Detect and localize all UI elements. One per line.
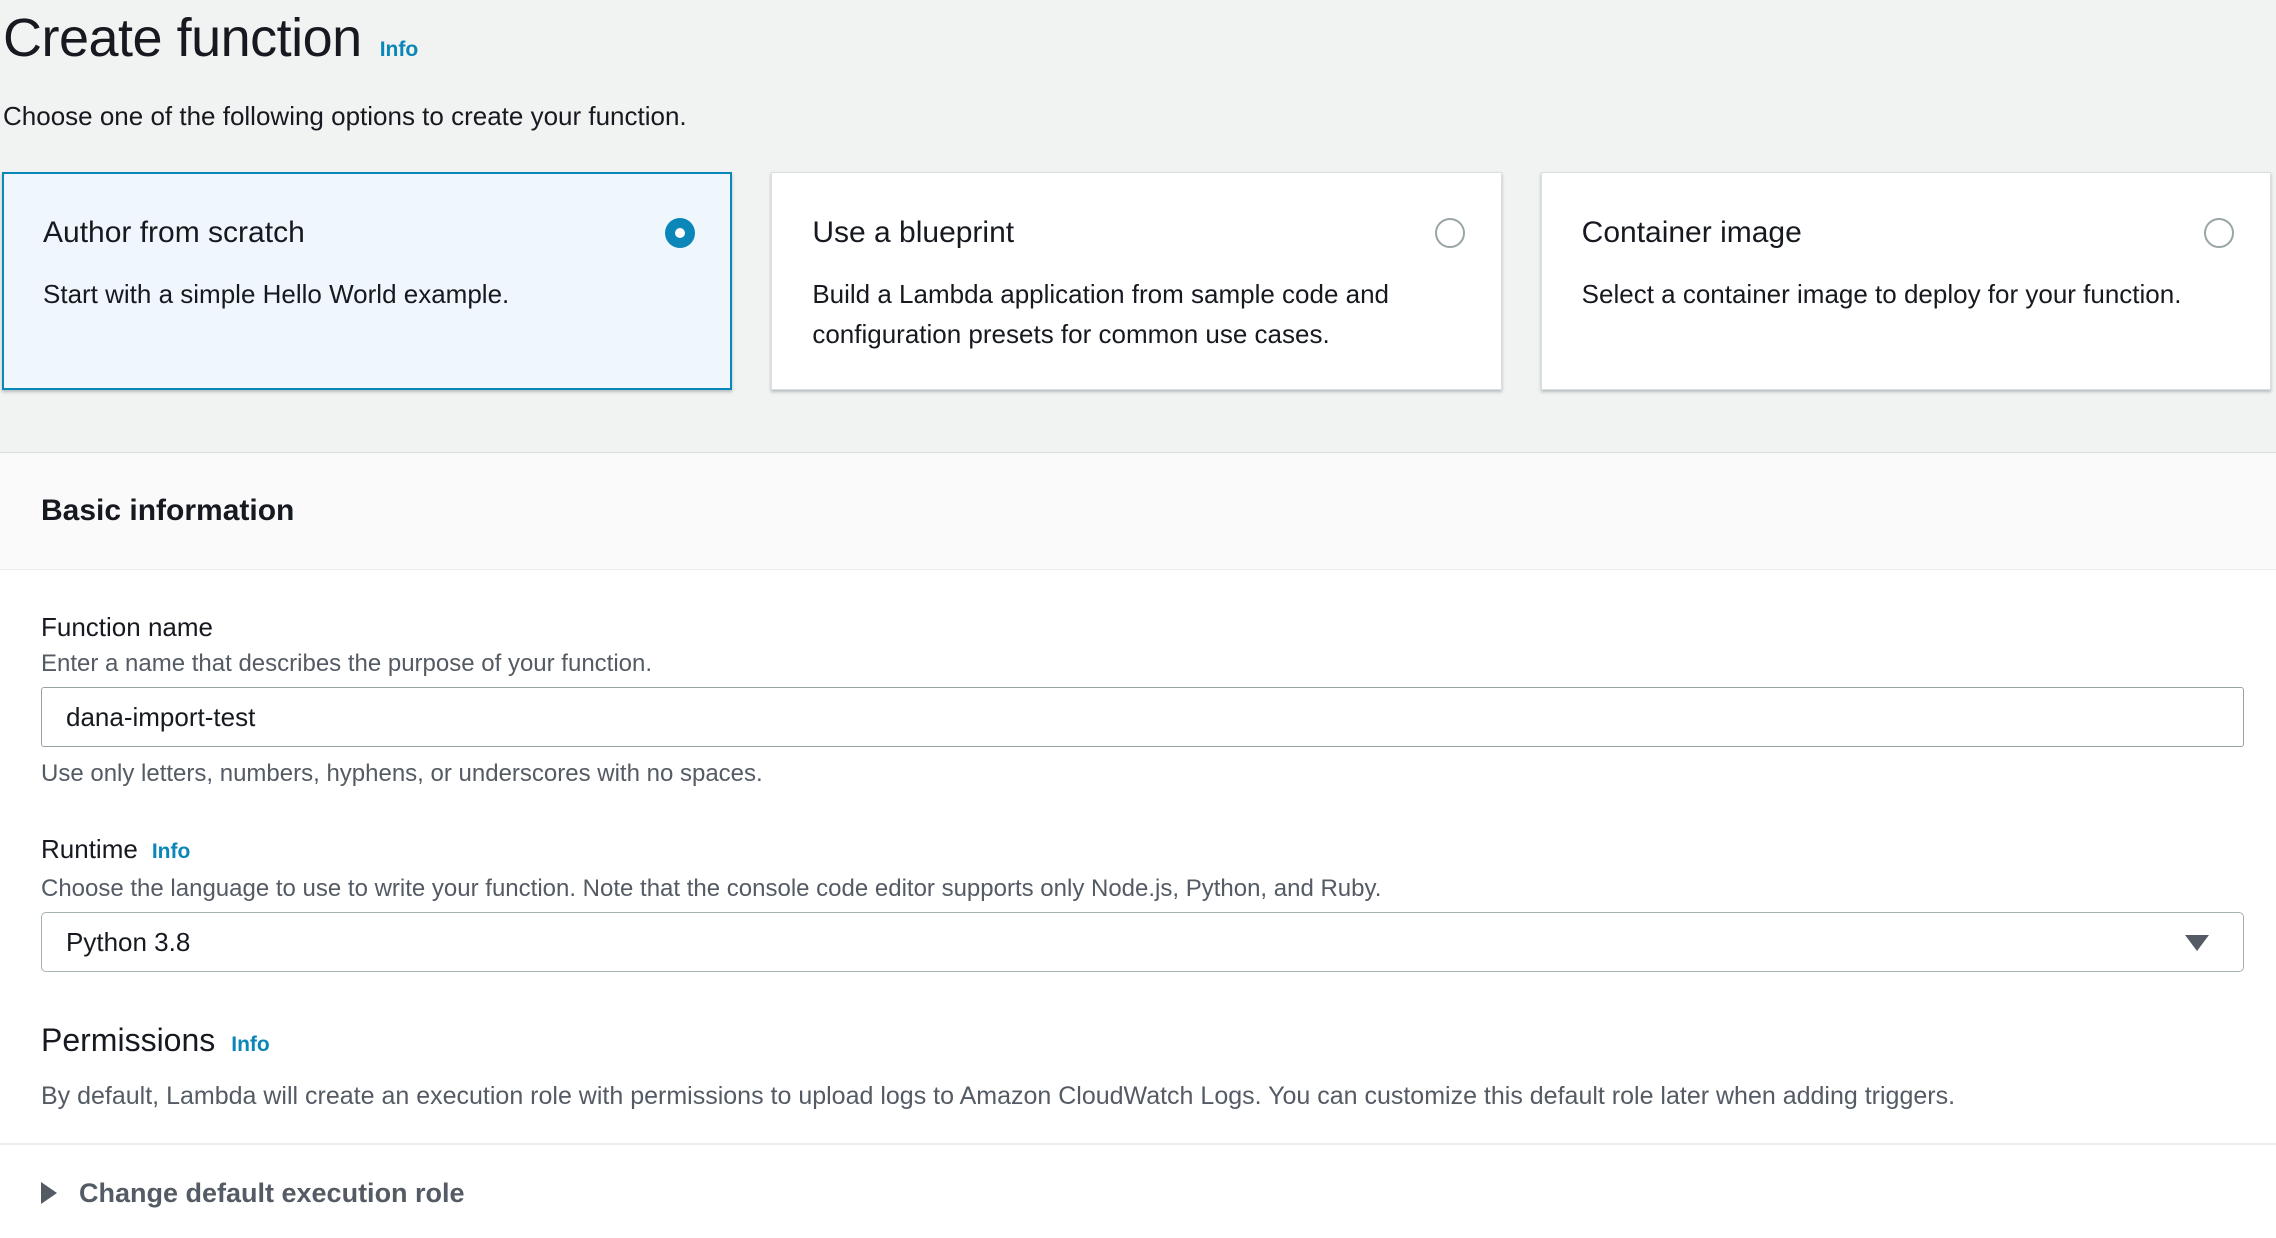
page-title: Create function xyxy=(3,8,362,68)
option-card-title: Use a blueprint xyxy=(812,214,1014,252)
permissions-title: Permissions xyxy=(41,1022,215,1058)
option-card-description: Build a Lambda application from sample c… xyxy=(812,274,1452,354)
option-card-description: Select a container image to deploy for y… xyxy=(1582,274,2222,314)
expand-arrow-icon xyxy=(41,1182,57,1204)
chevron-down-icon xyxy=(2185,935,2209,951)
function-name-field-group: Function name Enter a name that describe… xyxy=(41,611,2244,789)
page-subtitle: Choose one of the following options to c… xyxy=(3,100,2276,132)
runtime-select[interactable]: Python 3.8 xyxy=(41,912,2244,972)
runtime-label: Runtime xyxy=(41,834,138,864)
change-default-execution-role-expander[interactable]: Change default execution role xyxy=(0,1145,2276,1238)
permissions-description: By default, Lambda will create an execut… xyxy=(41,1081,2244,1112)
create-function-info-link[interactable]: Info xyxy=(380,38,418,61)
basic-information-title: Basic information xyxy=(41,494,294,528)
runtime-description: Choose the language to use to write your… xyxy=(41,874,2244,904)
runtime-selected-option: Python 3.8 xyxy=(66,927,190,958)
option-card-author-from-scratch[interactable]: Author from scratch Start with a simple … xyxy=(2,172,732,390)
function-name-label: Function name xyxy=(41,611,2244,643)
runtime-field-group: Runtime Info Choose the language to use t… xyxy=(41,833,2244,972)
option-card-title: Author from scratch xyxy=(43,214,305,252)
page-header: Create function Info Choose one of the fo… xyxy=(0,0,2276,132)
basic-information-container: Basic information Function name Enter a … xyxy=(0,452,2276,1238)
radio-author-from-scratch[interactable] xyxy=(665,218,695,248)
option-card-use-a-blueprint[interactable]: Use a blueprint Build a Lambda applicati… xyxy=(771,172,1501,390)
function-name-input[interactable] xyxy=(41,687,2244,747)
basic-information-body: Function name Enter a name that describe… xyxy=(0,570,2276,1143)
basic-information-header: Basic information xyxy=(0,453,2276,570)
radio-use-a-blueprint[interactable] xyxy=(1435,218,1465,248)
runtime-info-link[interactable]: Info xyxy=(152,840,190,863)
option-card-description: Start with a simple Hello World example. xyxy=(43,274,683,314)
creation-option-cards: Author from scratch Start with a simple … xyxy=(2,172,2271,390)
option-card-container-image[interactable]: Container image Select a container image… xyxy=(1541,172,2271,390)
option-card-title: Container image xyxy=(1582,214,1802,252)
permissions-section: Permissions Info By default, Lambda will … xyxy=(41,1020,2244,1143)
function-name-constraint: Use only letters, numbers, hyphens, or u… xyxy=(41,759,2244,789)
radio-container-image[interactable] xyxy=(2204,218,2234,248)
function-name-description: Enter a name that describes the purpose … xyxy=(41,649,2244,679)
permissions-info-link[interactable]: Info xyxy=(231,1033,269,1056)
expander-label: Change default execution role xyxy=(79,1178,465,1209)
